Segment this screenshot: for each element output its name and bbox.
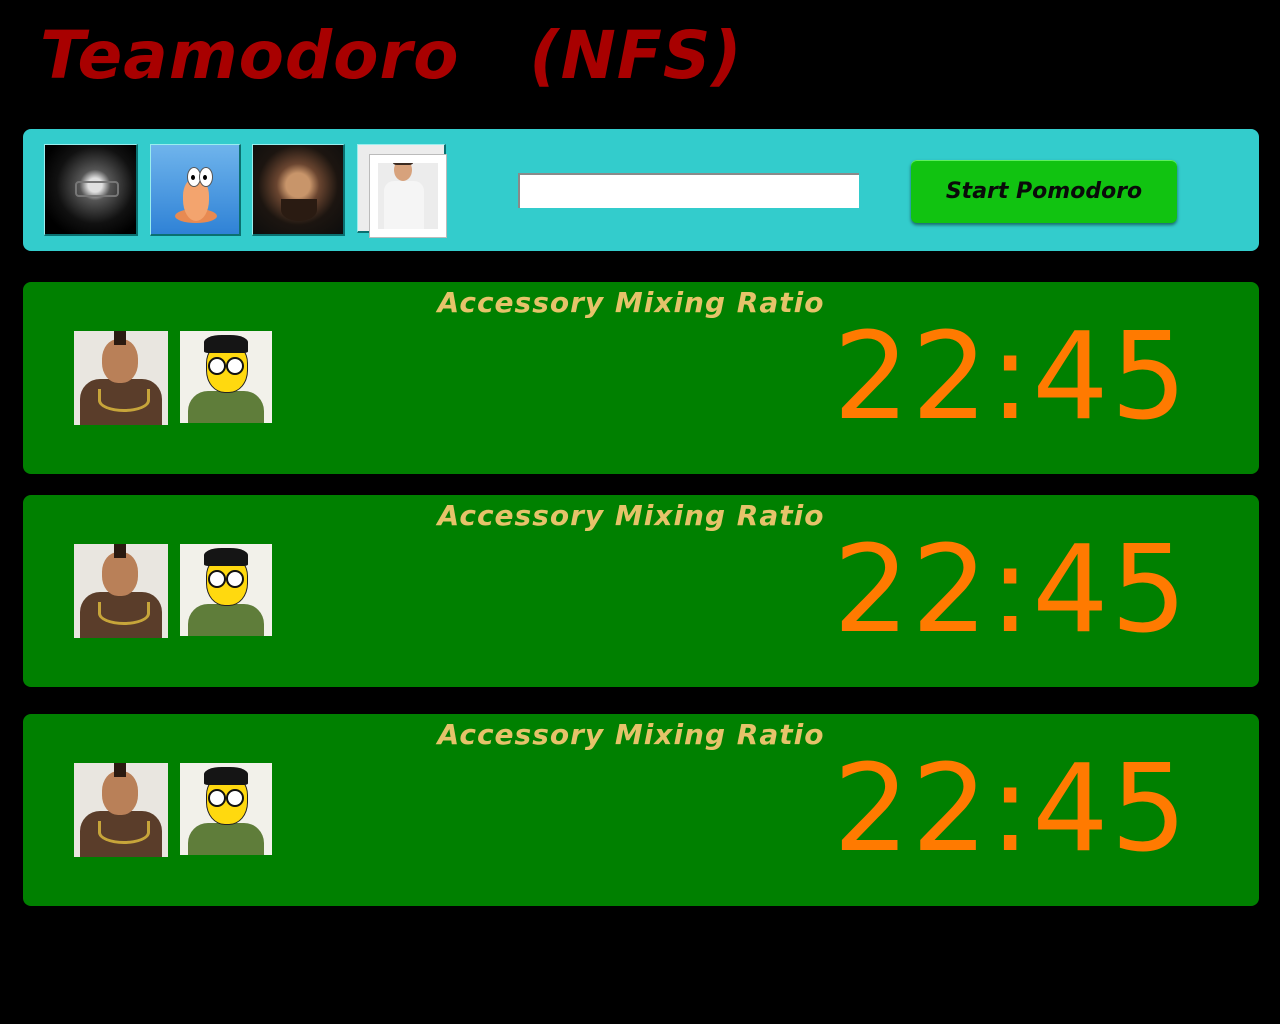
pomodoro-timer: 22:45 [833,740,1189,879]
avatar-man-with-frame[interactable] [357,144,446,237]
team-toolbar: Start Pomodoro [23,129,1259,251]
pomodoro-card: Accessory Mixing Ratio 22:45 [23,282,1259,474]
member-avatar-cartoon-character[interactable] [180,763,272,855]
avatar-bearded-man[interactable] [252,144,345,236]
pomodoro-timer: 22:45 [833,308,1189,447]
member-avatar-mohawk-man[interactable] [74,763,168,857]
glasses-shape [75,181,119,197]
avatar-worm-cartoon[interactable] [150,144,241,236]
pomodoro-card: Accessory Mixing Ratio 22:45 [23,495,1259,687]
member-avatar-cartoon-character[interactable] [180,544,272,636]
member-avatar-cartoon-character[interactable] [180,331,272,423]
member-avatar-mohawk-man[interactable] [74,544,168,638]
pomodoro-card: Accessory Mixing Ratio 22:45 [23,714,1259,906]
task-input[interactable] [518,173,859,208]
member-avatar-mohawk-man[interactable] [74,331,168,425]
app-title: Teamodoro (NFS) [40,14,743,98]
avatar-glasses-man[interactable] [44,144,138,236]
pomodoro-timer: 22:45 [833,521,1189,660]
app-title-main: Teamodoro [40,17,460,94]
app-title-team: (NFS) [529,17,743,94]
start-pomodoro-button[interactable]: Start Pomodoro [911,160,1177,223]
